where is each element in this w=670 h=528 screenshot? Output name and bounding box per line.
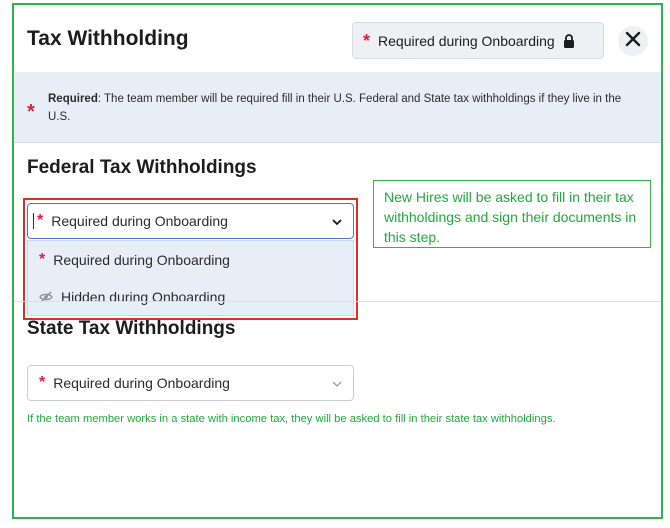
status-pill-label: Required during Onboarding [378, 32, 555, 49]
modal-title: Tax Withholding [27, 27, 189, 50]
federal-section-title: Federal Tax Withholdings [27, 157, 257, 178]
required-asterisk-icon: * [39, 374, 46, 391]
required-asterisk-icon: * [363, 30, 371, 51]
required-asterisk-icon: * [27, 101, 35, 123]
banner-bold-label: Required [48, 93, 98, 105]
onboarding-status-pill: * Required during Onboarding [352, 22, 604, 59]
lock-icon [563, 33, 575, 48]
state-select-value: Required during Onboarding [53, 375, 230, 391]
banner-text: Required: The team member will be requir… [48, 90, 638, 126]
banner-description: : The team member will be required fill … [48, 93, 622, 123]
state-note: If the team member works in a state with… [27, 413, 556, 425]
annotation-callout: New Hires will be asked to fill in their… [373, 180, 651, 248]
modal-header: Tax Withholding * Required during Onboar… [14, 5, 661, 73]
state-withholding-select[interactable]: * Required during Onboarding [27, 365, 354, 401]
section-divider [14, 301, 661, 302]
chevron-down-icon [331, 377, 343, 393]
close-icon [625, 31, 641, 52]
close-button[interactable] [618, 26, 648, 56]
state-section-title: State Tax Withholdings [27, 318, 236, 339]
required-info-banner: * Required: The team member will be requ… [14, 72, 661, 143]
modal-frame: Tax Withholding * Required during Onboar… [12, 3, 663, 519]
